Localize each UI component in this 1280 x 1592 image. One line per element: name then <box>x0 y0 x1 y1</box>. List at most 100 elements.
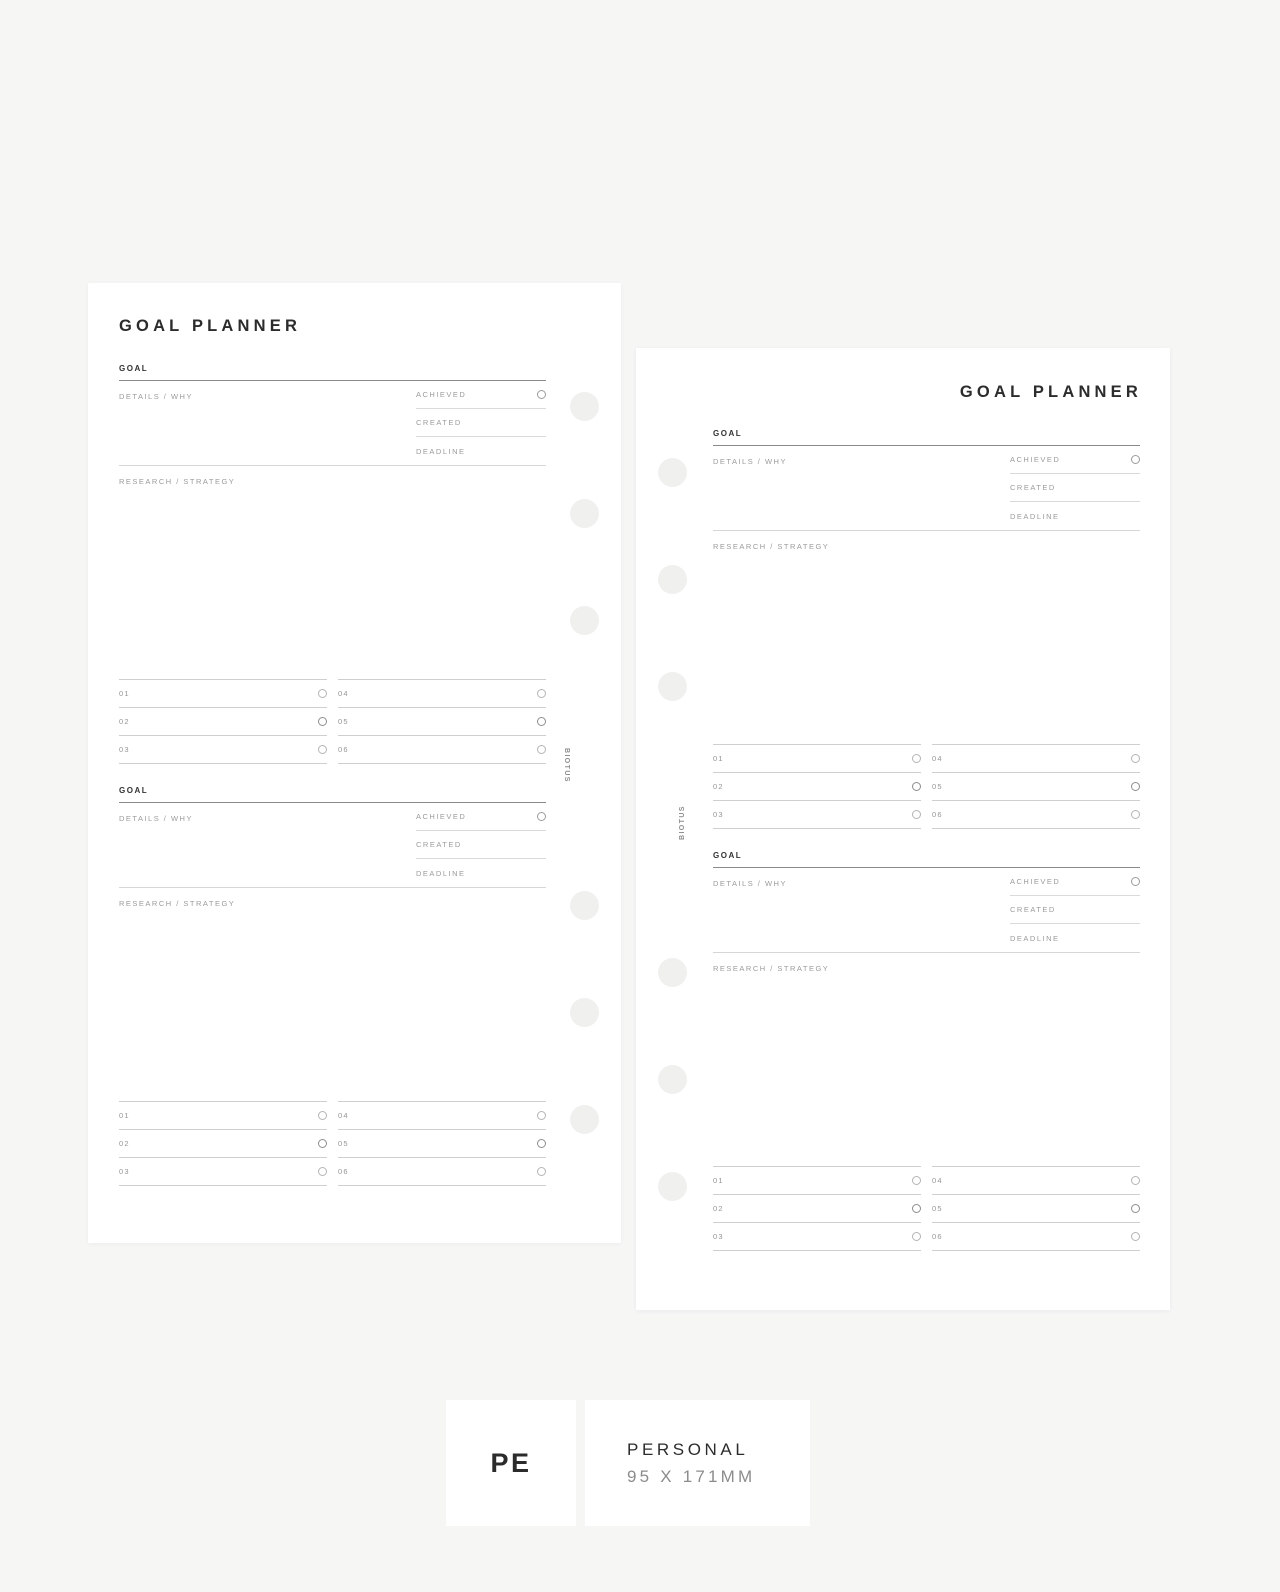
achieved-checkbox-icon[interactable] <box>537 390 546 399</box>
task-number: 02 <box>713 782 724 791</box>
task-checkbox-icon[interactable] <box>318 745 327 754</box>
goal-body: DETAILS / WHY ACHIEVED CREATED DEADLINE <box>119 803 546 887</box>
task-checkbox-icon[interactable] <box>537 717 546 726</box>
achieved-row[interactable]: ACHIEVED <box>1010 446 1140 474</box>
task-checkbox-icon[interactable] <box>1131 810 1140 819</box>
task-checkbox-icon[interactable] <box>1131 1232 1140 1241</box>
task-checkbox-icon[interactable] <box>537 1139 546 1148</box>
task-column-left: 01 02 03 <box>119 679 327 764</box>
task-row[interactable]: 05 <box>338 1130 546 1158</box>
task-number: 05 <box>338 1139 349 1148</box>
task-checkbox-icon[interactable] <box>537 745 546 754</box>
task-checkbox-icon[interactable] <box>318 689 327 698</box>
task-checkbox-icon[interactable] <box>912 1204 921 1213</box>
task-row[interactable]: 03 <box>713 1223 921 1251</box>
task-checkbox-icon[interactable] <box>318 1139 327 1148</box>
task-checkbox-icon[interactable] <box>318 1167 327 1176</box>
task-checkbox-icon[interactable] <box>537 689 546 698</box>
deadline-label: DEADLINE <box>416 868 466 878</box>
task-number: 01 <box>119 689 130 698</box>
research-strategy-label: RESEARCH / STRATEGY <box>713 542 830 551</box>
achieved-checkbox-icon[interactable] <box>1131 455 1140 464</box>
task-row[interactable]: 05 <box>932 1195 1140 1223</box>
meta-column: ACHIEVED CREATED DEADLINE <box>416 381 546 465</box>
details-writing-area[interactable] <box>713 888 1010 928</box>
deadline-row[interactable]: DEADLINE <box>1010 924 1140 952</box>
details-writing-area[interactable] <box>119 823 416 863</box>
task-checkbox-icon[interactable] <box>912 810 921 819</box>
achieved-label: ACHIEVED <box>1010 455 1061 464</box>
task-checkbox-icon[interactable] <box>537 1167 546 1176</box>
created-label: CREATED <box>416 418 462 427</box>
task-number: 01 <box>119 1111 130 1120</box>
task-row[interactable]: 03 <box>119 1158 327 1186</box>
task-number: 02 <box>119 1139 130 1148</box>
task-checkbox-icon[interactable] <box>537 1111 546 1120</box>
details-column[interactable]: DETAILS / WHY <box>119 381 416 441</box>
task-row[interactable]: 03 <box>713 801 921 829</box>
task-checkbox-icon[interactable] <box>912 782 921 791</box>
task-row[interactable]: 05 <box>932 773 1140 801</box>
task-checkbox-icon[interactable] <box>318 717 327 726</box>
task-checkbox-icon[interactable] <box>912 1176 921 1185</box>
goal-section-2-right: GOAL DETAILS / WHY ACHIEVED CREATED DEAD… <box>713 851 1140 973</box>
task-row[interactable]: 05 <box>338 708 546 736</box>
details-why-label: DETAILS / WHY <box>713 879 787 888</box>
task-row[interactable]: 02 <box>713 773 921 801</box>
achieved-row[interactable]: ACHIEVED <box>1010 868 1140 896</box>
achieved-row[interactable]: ACHIEVED <box>416 381 546 409</box>
task-row[interactable]: 01 <box>713 1167 921 1195</box>
created-row[interactable]: CREATED <box>1010 474 1140 502</box>
created-row[interactable]: CREATED <box>416 409 546 437</box>
task-row[interactable]: 02 <box>713 1195 921 1223</box>
task-row[interactable]: 02 <box>119 708 327 736</box>
task-checkbox-icon[interactable] <box>318 1111 327 1120</box>
task-row[interactable]: 06 <box>338 736 546 764</box>
created-label: CREATED <box>416 840 462 849</box>
task-column-right: 04 05 06 <box>338 679 546 764</box>
created-label: CREATED <box>1010 905 1056 914</box>
achieved-label: ACHIEVED <box>416 812 467 821</box>
deadline-row[interactable]: DEADLINE <box>1010 502 1140 530</box>
task-number: 05 <box>338 717 349 726</box>
deadline-row[interactable]: DEADLINE <box>416 859 546 887</box>
achieved-checkbox-icon[interactable] <box>537 812 546 821</box>
details-writing-area[interactable] <box>119 401 416 441</box>
details-column[interactable]: DETAILS / WHY <box>713 868 1010 928</box>
task-row[interactable]: 04 <box>338 680 546 708</box>
achieved-row[interactable]: ACHIEVED <box>416 803 546 831</box>
created-row[interactable]: CREATED <box>1010 896 1140 924</box>
task-row[interactable]: 02 <box>119 1130 327 1158</box>
task-row[interactable]: 01 <box>119 1102 327 1130</box>
task-checkbox-icon[interactable] <box>1131 782 1140 791</box>
details-column[interactable]: DETAILS / WHY <box>119 803 416 863</box>
task-checkbox-icon[interactable] <box>1131 1176 1140 1185</box>
task-row[interactable]: 06 <box>338 1158 546 1186</box>
task-number: 03 <box>119 745 130 754</box>
details-writing-area[interactable] <box>713 466 1010 506</box>
task-row[interactable]: 04 <box>338 1102 546 1130</box>
deadline-row[interactable]: DEADLINE <box>416 437 546 465</box>
goal-section-2-left: GOAL DETAILS / WHY ACHIEVED CREATED DEAD… <box>119 786 546 908</box>
task-row[interactable]: 04 <box>932 1167 1140 1195</box>
meta-column: ACHIEVED CREATED DEADLINE <box>416 803 546 887</box>
task-checkbox-icon[interactable] <box>912 754 921 763</box>
created-row[interactable]: CREATED <box>416 831 546 859</box>
task-row[interactable]: 04 <box>932 745 1140 773</box>
task-row[interactable]: 06 <box>932 801 1140 829</box>
task-number: 05 <box>932 782 943 791</box>
task-number: 02 <box>119 717 130 726</box>
task-number: 06 <box>932 1232 943 1241</box>
binder-hole-left-2 <box>570 499 599 528</box>
task-row[interactable]: 01 <box>119 680 327 708</box>
task-row[interactable]: 03 <box>119 736 327 764</box>
goal-label: GOAL <box>119 786 149 795</box>
task-table-2-left: 01 02 03 04 05 06 <box>119 1101 546 1186</box>
task-row[interactable]: 06 <box>932 1223 1140 1251</box>
task-checkbox-icon[interactable] <box>1131 1204 1140 1213</box>
task-row[interactable]: 01 <box>713 745 921 773</box>
task-checkbox-icon[interactable] <box>912 1232 921 1241</box>
details-column[interactable]: DETAILS / WHY <box>713 446 1010 506</box>
achieved-checkbox-icon[interactable] <box>1131 877 1140 886</box>
task-checkbox-icon[interactable] <box>1131 754 1140 763</box>
